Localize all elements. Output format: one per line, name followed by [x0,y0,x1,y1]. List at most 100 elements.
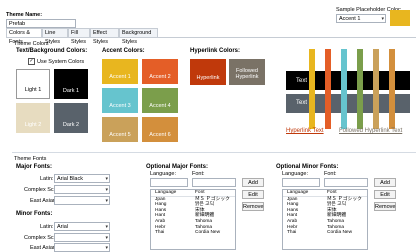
tab-strip-divider [6,37,416,38]
preview-followed-text: Followed Hyperlink Text [339,128,403,134]
accent-5-label: Accent 5 [109,132,131,138]
major-latin-label: Latin: [40,176,54,182]
optional-major-list[interactable]: Language Font Jpan ＭＳ Ｐゴシック Hang 맑은 고딕 Hans 宋… [150,189,236,250]
major-latin-select[interactable]: Arial Black ▾ [54,174,110,183]
accent-1-label: Accent 1 [109,74,131,80]
optional-minor-language-input[interactable] [282,178,320,187]
dark-1-swatch[interactable]: Dark 1 [54,69,88,99]
tab-line-styles[interactable]: Line Styles [42,28,68,45]
accent-6-swatch[interactable]: Accent 6 [142,117,178,142]
chevron-down-icon: ▾ [105,176,108,182]
accent-4-swatch[interactable]: Accent 4 [142,88,178,113]
followed-hyperlink-swatch[interactable]: Followed Hyperlink [229,59,265,85]
colors-fonts-divider [12,152,416,153]
theme-name-input[interactable]: Prefab [6,19,76,28]
optional-minor-list-header: Language Font [283,190,367,197]
light-2-swatch[interactable]: Light 2 [16,103,50,133]
optional-minor-font-label: Font: [324,171,337,177]
optional-major-col-language: Language [155,190,177,195]
tab-background-styles[interactable]: Background Styles [119,28,158,45]
preview-hyperlink-text: Hyperlink Text [286,128,324,134]
placeholder-color-select[interactable]: Accent 1 ▾ [336,14,386,23]
use-system-colors-checkbox[interactable]: ✓ [28,58,35,65]
tab-fill-styles[interactable]: Fill Styles [68,28,90,45]
accent-3-label: Accent 3 [109,103,131,109]
hyperlink-swatch-label: Hyperlink [196,75,220,81]
list-item[interactable]: Thai Cordia New [151,230,235,236]
optional-minor-list[interactable]: Language Font Jpan ＭＳ Ｐゴシック Hang 맑은 고딕 Hans 宋… [282,189,368,250]
optional-major-font-label: Font: [192,171,205,177]
optional-major-language-input[interactable] [150,178,188,187]
major-east-asian-select[interactable]: ▾ [54,196,110,205]
tab-effect-styles[interactable]: Effect Styles [90,28,119,45]
optional-major-title: Optional Major Fonts: [146,164,208,170]
accent-1-swatch[interactable]: Accent 1 [102,59,138,84]
optional-major-language-label: Language: [150,171,176,177]
placeholder-color-swatch [390,10,410,26]
preview-accent-bar [357,49,363,129]
light-1-swatch[interactable]: Light 1 [16,69,50,99]
list-item-font: Cordia New [327,230,353,236]
minor-latin-select[interactable]: Arial ▾ [54,222,110,231]
accent-3-swatch[interactable]: Accent 3 [102,88,138,113]
placeholder-color-value: Accent 1 [339,16,361,22]
optional-minor-edit-button[interactable]: Edit [374,190,396,199]
use-system-colors-label: Use System Colors [37,59,85,65]
optional-minor-add-button[interactable]: Add [374,178,396,187]
optional-minor-col-language: Language [287,190,309,195]
major-complex-select[interactable]: ▾ [54,185,110,194]
list-item-language: Thai [155,230,165,236]
preview-accent-bar [389,49,395,129]
preview-accent-bar [341,49,347,129]
minor-fonts-title: Minor Fonts: [16,211,53,217]
optional-major-list-header: Language Font [151,190,235,197]
dark-1-label: Dark 1 [62,88,80,94]
theme-fonts-group-label: Theme Fonts [14,156,47,162]
optional-minor-col-font: Font [327,190,337,195]
dark-2-label: Dark 2 [62,122,80,128]
optional-major-remove-button[interactable]: Remove [242,202,264,211]
list-item[interactable]: Thai Cordia New [283,230,367,236]
preview-accent-bar [373,49,379,129]
optional-major-col-font: Font [195,190,205,195]
light-1-label: Light 1 [24,87,42,93]
accent-colors-title: Accent Colors: [102,48,145,54]
optional-minor-title: Optional Minor Fonts: [276,164,339,170]
light-2-label: Light 2 [24,122,42,128]
preview-text-1: Text [296,78,308,84]
optional-minor-font-input[interactable] [324,178,368,187]
chevron-down-icon: ▾ [105,235,108,241]
chevron-down-icon: ▾ [381,16,384,22]
preview-text-2: Text [296,100,308,106]
chevron-down-icon: ▾ [105,224,108,230]
optional-major-font-input[interactable] [192,178,236,187]
dark-2-swatch[interactable]: Dark 2 [54,103,88,133]
minor-complex-select[interactable]: ▾ [54,233,110,242]
chevron-down-icon: ▾ [105,198,108,204]
minor-latin-label: Latin: [40,224,54,230]
optional-major-edit-button[interactable]: Edit [242,190,264,199]
hyperlink-swatch[interactable]: Hyperlink [190,59,226,85]
major-fonts-title: Major Fonts: [16,164,52,170]
accent-4-label: Accent 4 [149,103,171,109]
preview-accent-bars [309,49,404,129]
major-latin-value: Arial Black [57,176,83,182]
preview-accent-bar [325,49,331,129]
hyperlink-colors-title: Hyperlink Colors: [190,48,241,54]
minor-latin-value: Arial [57,224,69,230]
preview-accent-bar [309,49,315,129]
accent-6-label: Accent 6 [149,132,171,138]
text-bg-colors-title: Text/Background Colors: [16,48,88,54]
list-item-language: Thai [287,230,297,236]
chevron-down-icon: ▾ [105,187,108,193]
optional-major-add-button[interactable]: Add [242,178,264,187]
list-item-font: Cordia New [195,230,221,236]
followed-hyperlink-swatch-label: Followed Hyperlink [235,68,259,80]
theme-colors-group-label: Theme Colors [14,41,49,47]
chevron-down-icon: ▾ [105,245,108,251]
optional-minor-remove-button[interactable]: Remove [374,202,396,211]
minor-east-asian-select[interactable]: ▾ [54,243,110,252]
accent-2-label: Accent 2 [149,74,171,80]
accent-2-swatch[interactable]: Accent 2 [142,59,178,84]
accent-5-swatch[interactable]: Accent 5 [102,117,138,142]
